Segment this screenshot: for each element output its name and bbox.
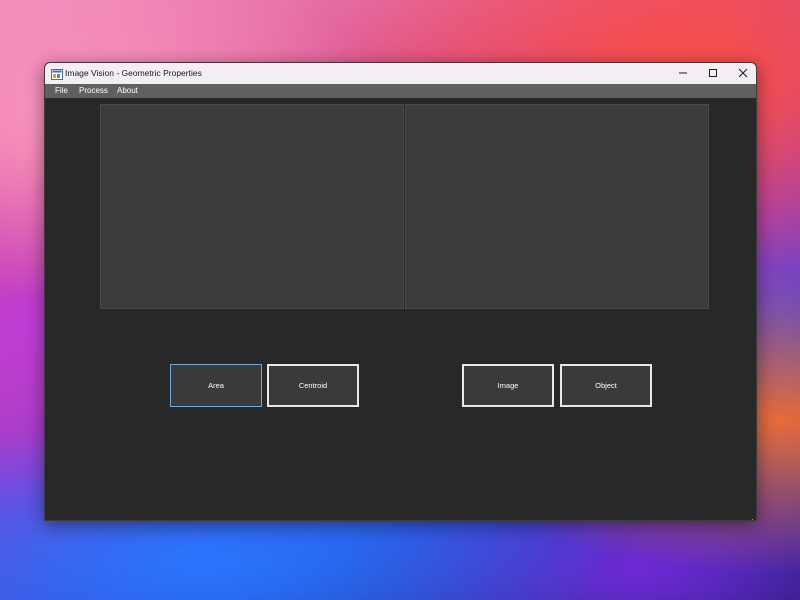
image-button[interactable]: Image: [462, 364, 554, 407]
result-image-panel: [405, 104, 709, 309]
menu-bar: File Process About: [45, 84, 756, 98]
menu-process[interactable]: Process: [79, 86, 108, 96]
resize-grip-icon[interactable]: [748, 512, 754, 520]
menu-about[interactable]: About: [117, 86, 138, 96]
close-button[interactable]: [728, 63, 756, 84]
minimize-icon: [678, 65, 688, 83]
close-icon: [738, 65, 748, 83]
object-button[interactable]: Object: [560, 364, 652, 407]
centroid-button[interactable]: Centroid: [267, 364, 359, 407]
app-window-icon: [51, 67, 63, 80]
window-title: Image Vision - Geometric Properties: [65, 68, 202, 78]
source-image-panel: [100, 104, 404, 309]
menu-file[interactable]: File: [55, 86, 68, 96]
minimize-button[interactable]: [668, 63, 697, 84]
area-button[interactable]: Area: [170, 364, 262, 407]
maximize-button[interactable]: [698, 63, 727, 84]
app-window: Image Vision - Geometric Properties File…: [44, 62, 757, 521]
maximize-icon: [708, 65, 718, 83]
title-bar[interactable]: Image Vision - Geometric Properties: [45, 63, 756, 84]
